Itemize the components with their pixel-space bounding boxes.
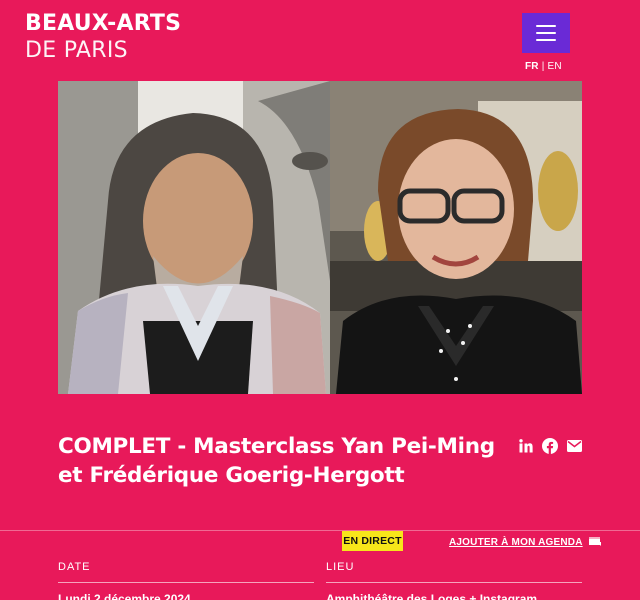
logo-line-1: BEAUX-ARTS: [25, 11, 182, 36]
linkedin-icon[interactable]: [518, 438, 534, 454]
hero-image: [58, 81, 582, 394]
site-header: BEAUX-ARTS DE PARIS FR | EN: [0, 0, 640, 80]
section-divider: [0, 530, 640, 531]
date-label: DATE: [58, 561, 91, 573]
lang-en-link[interactable]: EN: [548, 61, 562, 72]
add-to-agenda-link[interactable]: AJOUTER À MON AGENDA: [449, 536, 601, 549]
site-logo[interactable]: BEAUX-ARTS DE PARIS: [25, 13, 181, 62]
language-switcher: FR | EN: [525, 61, 562, 72]
date-value: Lundi 2 décembre 2024: [58, 592, 191, 600]
share-links: [518, 438, 582, 454]
hamburger-icon-bar: [536, 39, 556, 41]
menu-button[interactable]: [522, 13, 570, 53]
place-label: LIEU: [326, 561, 355, 573]
event-title: COMPLET - Masterclass Yan Pei-Ming et Fr…: [58, 434, 495, 488]
add-to-agenda-label: AJOUTER À MON AGENDA: [449, 537, 583, 548]
calendar-icon: [588, 536, 601, 549]
hamburger-icon-bar: [536, 32, 556, 34]
hamburger-icon: [536, 25, 556, 27]
email-icon[interactable]: [566, 438, 582, 454]
facebook-icon[interactable]: [542, 438, 558, 454]
logo-line-2: DE PARIS: [25, 38, 128, 63]
lang-separator: |: [541, 61, 545, 72]
lang-fr-link[interactable]: FR: [525, 61, 539, 72]
place-value: Amphithéâtre des Loges + Instagram: [326, 592, 538, 600]
live-badge: EN DIRECT: [342, 531, 403, 551]
place-divider: [326, 582, 582, 583]
date-divider: [58, 582, 314, 583]
